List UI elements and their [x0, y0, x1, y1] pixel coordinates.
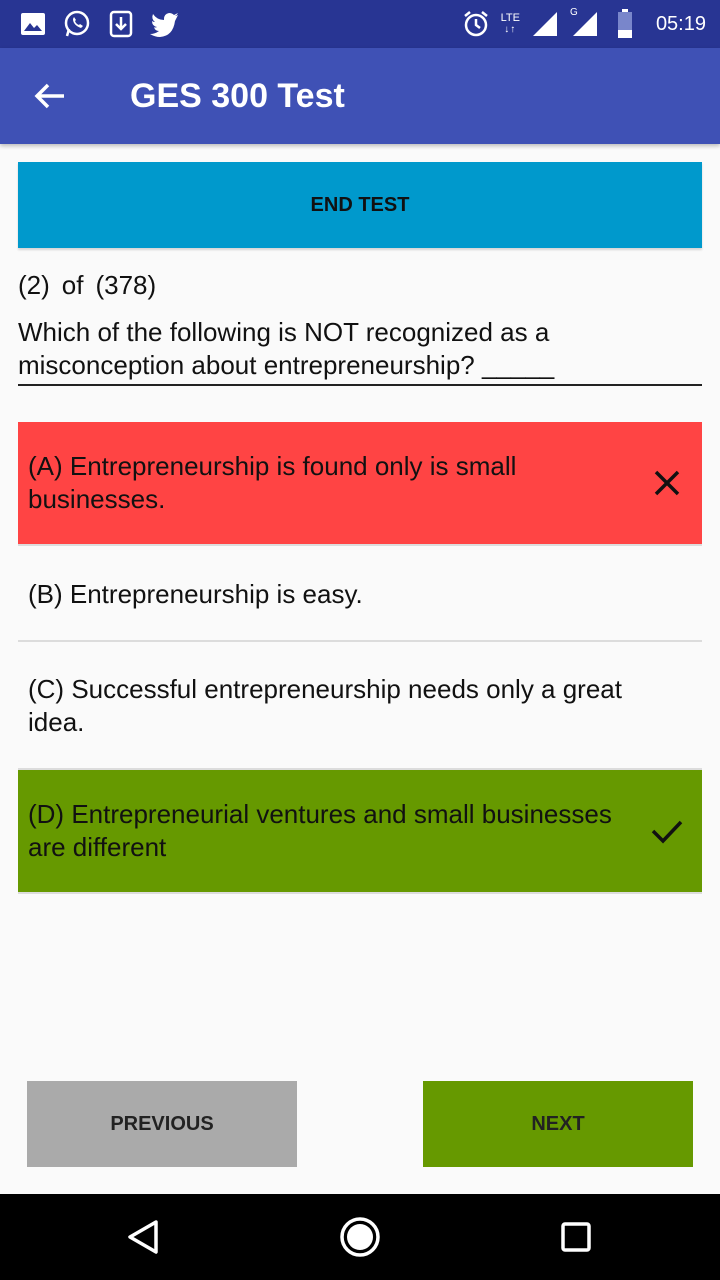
system-navigation-bar: [0, 1194, 720, 1280]
current-question-number: (2): [18, 270, 50, 300]
signal-g-icon: G: [570, 7, 600, 39]
signal-icon: [530, 9, 560, 39]
option-c[interactable]: (C) Successful entrepreneurship needs on…: [18, 644, 702, 770]
twitter-icon: [150, 9, 180, 39]
check-icon: [651, 820, 683, 844]
clock: 05:19: [655, 12, 706, 35]
option-label: (B) Entrepreneurship is easy.: [28, 578, 363, 609]
option-d[interactable]: (D) Entrepreneurial ventures and small b…: [18, 770, 702, 894]
whatsapp-icon: [62, 9, 92, 39]
battery-icon: [610, 9, 640, 39]
close-icon: [654, 470, 680, 496]
counter-of-label: of: [61, 270, 84, 300]
next-button[interactable]: NEXT: [423, 1081, 693, 1167]
back-triangle-icon: [128, 1220, 158, 1254]
option-a[interactable]: (A) Entrepreneurship is found only is sm…: [18, 422, 702, 546]
page-title: GES 300 Test: [130, 77, 345, 115]
back-arrow-icon: [34, 83, 64, 109]
system-home-button[interactable]: [335, 1212, 385, 1262]
option-label: (A) Entrepreneurship is found only is sm…: [28, 451, 517, 514]
back-button[interactable]: [22, 72, 78, 120]
question-counter: (2) of (378): [18, 270, 168, 301]
system-recents-button[interactable]: [551, 1212, 601, 1262]
question-text: Which of the following is NOT recognized…: [18, 316, 702, 386]
end-test-button[interactable]: END TEST: [18, 162, 702, 248]
option-b[interactable]: (B) Entrepreneurship is easy.: [18, 548, 702, 642]
image-icon: [18, 9, 48, 39]
alarm-icon: [461, 9, 491, 39]
status-bar: LTE ↓↑ G 05:19: [0, 0, 720, 48]
download-icon: [106, 9, 136, 39]
system-back-button[interactable]: [118, 1212, 168, 1262]
total-questions: (378): [95, 270, 157, 300]
lte-indicator: LTE ↓↑: [500, 12, 520, 36]
app-bar: GES 300 Test: [0, 48, 720, 144]
recents-square-icon: [561, 1222, 591, 1252]
previous-button[interactable]: PREVIOUS: [27, 1081, 297, 1167]
option-label: (D) Entrepreneurial ventures and small b…: [28, 799, 612, 862]
option-label: (C) Successful entrepreneurship needs on…: [28, 674, 622, 737]
home-circle-icon: [340, 1217, 380, 1257]
